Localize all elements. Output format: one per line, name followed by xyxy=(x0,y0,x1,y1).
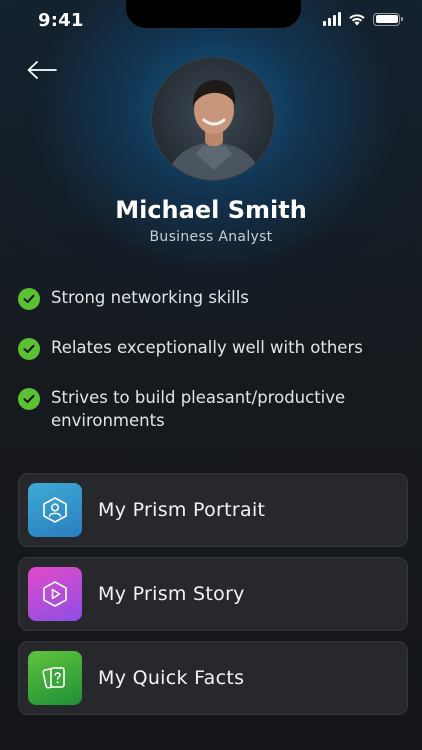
check-icon xyxy=(18,288,40,310)
wifi-icon xyxy=(349,13,365,25)
status-bar: 9:41 xyxy=(0,0,422,44)
trait-item: Strong networking skills xyxy=(18,286,396,310)
trait-text: Relates exceptionally well with others xyxy=(51,338,363,357)
status-icons xyxy=(323,12,403,26)
battery-icon xyxy=(373,12,403,26)
avatar xyxy=(151,57,275,181)
portrait-icon xyxy=(43,497,67,523)
back-button[interactable] xyxy=(24,56,60,84)
card-label: My Prism Portrait xyxy=(98,499,266,521)
device-notch xyxy=(126,0,301,28)
trait-item: Strives to build pleasant/productive env… xyxy=(18,386,396,432)
cellular-signal-icon xyxy=(323,12,341,26)
trait-item: Relates exceptionally well with others xyxy=(18,336,396,360)
portrait-tile xyxy=(28,483,82,537)
facts-tile xyxy=(28,651,82,705)
trait-text: Strives to build pleasant/productive env… xyxy=(51,388,346,430)
quick-facts-button[interactable]: My Quick Facts xyxy=(18,641,408,715)
prism-portrait-button[interactable]: My Prism Portrait xyxy=(18,473,408,547)
profile-screen: 9:41 Michael Smith Business Analyst Stro… xyxy=(0,0,422,750)
person-silhouette-icon xyxy=(166,80,262,180)
play-icon xyxy=(43,581,67,607)
story-tile xyxy=(28,567,82,621)
status-time: 9:41 xyxy=(38,10,84,31)
question-cards-icon xyxy=(42,667,65,689)
card-label: My Quick Facts xyxy=(98,667,245,689)
trait-text: Strong networking skills xyxy=(51,288,249,307)
profile-name: Michael Smith xyxy=(115,196,307,224)
check-icon xyxy=(18,338,40,360)
prism-story-button[interactable]: My Prism Story xyxy=(18,557,408,631)
check-icon xyxy=(18,388,40,410)
card-label: My Prism Story xyxy=(98,583,245,605)
profile-role: Business Analyst xyxy=(149,229,273,245)
arrow-left-icon xyxy=(27,61,57,79)
